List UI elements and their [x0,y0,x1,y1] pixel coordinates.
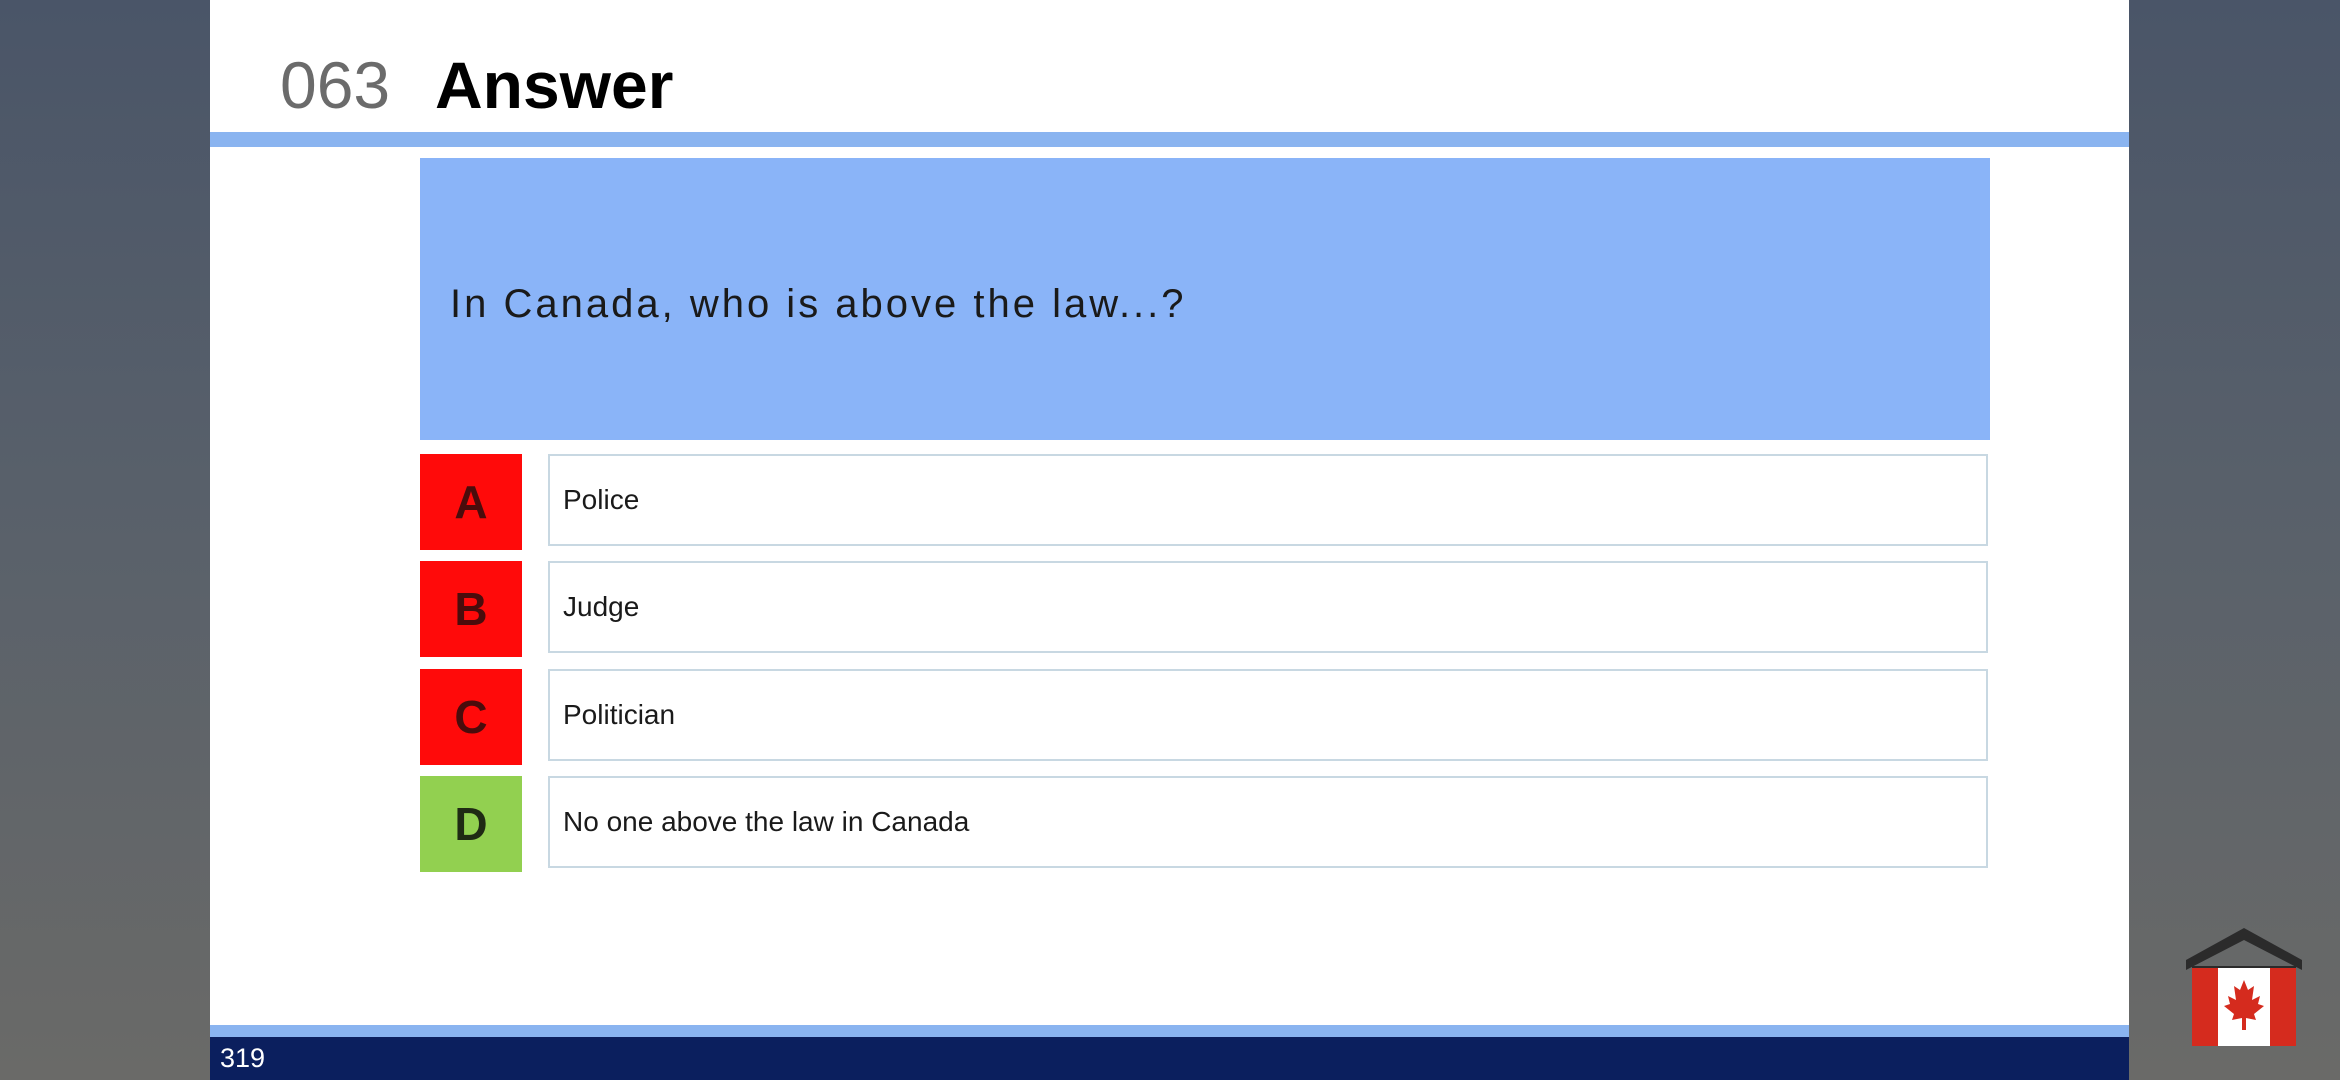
footer-band: 319 [210,1037,2129,1080]
question-number: 063 [280,48,391,122]
house-canada-flag-icon [2182,924,2306,1046]
option-c[interactable]: C Politician [420,669,1990,765]
option-a-letter: A [420,454,522,550]
question-text: In Canada, who is above the law...? [450,282,1187,326]
option-d[interactable]: D No one above the law in Canada [420,776,1990,872]
quiz-slide: 063 Answer In Canada, who is above the l… [210,0,2129,1080]
slide-title: Answer [435,48,674,122]
question-box: In Canada, who is above the law...? [420,158,1990,440]
slide-footer: 319 [210,1025,2129,1080]
option-b-letter: B [420,561,522,657]
option-a[interactable]: A Police [420,454,1990,550]
option-a-text: Police [548,454,1988,546]
option-c-text: Politician [548,669,1988,761]
slide-header: 063 Answer [210,0,2129,132]
option-c-letter: C [420,669,522,765]
header-divider [210,132,2129,147]
option-d-letter: D [420,776,522,872]
option-d-text: No one above the law in Canada [548,776,1988,868]
page-number: 319 [220,1043,266,1073]
option-b-text: Judge [548,561,1988,653]
footer-divider [210,1025,2129,1037]
option-b[interactable]: B Judge [420,561,1990,657]
